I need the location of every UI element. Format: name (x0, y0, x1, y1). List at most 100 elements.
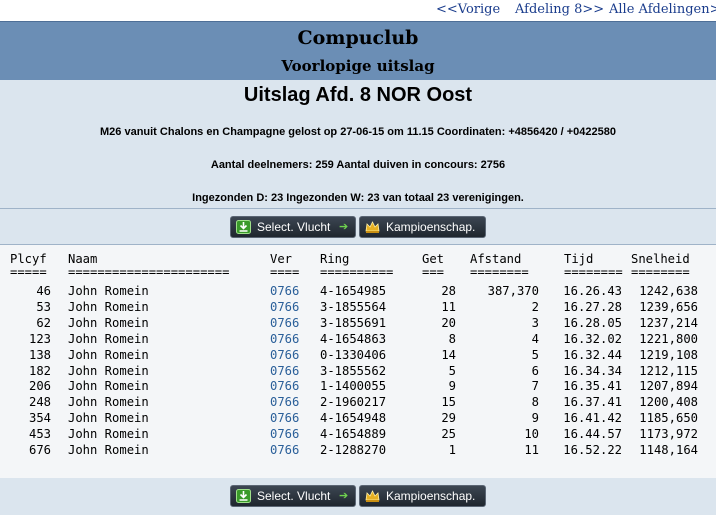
cell-ver[interactable]: 0766 (270, 394, 310, 410)
cell-name: John Romein (68, 379, 149, 394)
header-speed: ======== (631, 265, 690, 279)
cell-distance: 5 (531, 347, 539, 362)
cell-ring: 4-1654889 (320, 427, 387, 442)
cell-ver[interactable]: 0766 (270, 426, 310, 442)
select-flight-label: Select. Vlucht (257, 489, 331, 503)
cell-name: John Romein (68, 363, 149, 378)
cell-ver[interactable]: 0766 (270, 410, 310, 426)
race-release-line: M26 vanuit Chalons en Champagne gelost o… (100, 126, 616, 138)
cell-ver[interactable]: 0766 (270, 378, 310, 394)
download-icon (236, 489, 251, 503)
race-heading: Uitslag Afd. 8 NOR Oost (243, 84, 473, 106)
cell-ver[interactable]: 0766 (270, 363, 310, 379)
table-row: 138 John Romein 0766 0-1330406 14 5 16.32.44 12… (10, 347, 710, 363)
cell-ring: 3-1855691 (320, 315, 387, 330)
cell-time: 16.44.57 (563, 427, 622, 442)
department-link[interactable]: Afdeling 8>> (515, 2, 604, 17)
cell-speed: 1221,800 (639, 331, 698, 346)
race-info: Uitslag Afd. 8 NOR Oost M26 vanuit Chalo… (0, 80, 716, 209)
select-flight-button[interactable]: Select. Vlucht ➔ (230, 216, 356, 238)
championship-button[interactable]: Kampioenschap. (359, 216, 486, 238)
cell-place: 138 (28, 347, 51, 362)
cell-speed: 1242,638 (639, 284, 698, 298)
cell-get: 8 (448, 331, 456, 346)
header-name: ====================== (68, 265, 230, 279)
race-participants-line: Aantal deelnemers: 259 Aantal duiven in … (210, 159, 506, 171)
table-row: 123 John Romein 0766 4-1654863 8 4 16.32.02 122… (10, 331, 710, 347)
cell-time: 16.28.05 (563, 315, 622, 330)
cell-name: John Romein (68, 427, 149, 442)
cell-time: 16.34.34 (563, 363, 622, 378)
cell-get: 14 (441, 347, 456, 362)
cell-get: 1 (448, 443, 456, 457)
cell-ring: 0-1330406 (320, 347, 387, 362)
cell-name: John Romein (68, 315, 149, 330)
cell-get: 28 (441, 284, 456, 298)
club-header: Compuclub Voorlopige uitslag (0, 21, 716, 81)
cell-get: 9 (448, 379, 456, 394)
cell-ring: 4-1654863 (320, 331, 387, 346)
cell-time: 16.37.41 (563, 395, 622, 410)
cell-speed: 1212,115 (639, 363, 698, 378)
arrow-right-icon: ➔ (339, 221, 349, 233)
cell-speed: 1239,656 (639, 299, 698, 314)
prev-link[interactable]: <<Vorige (436, 2, 500, 17)
cell-name: John Romein (68, 411, 149, 426)
table-underline-row: ===== ====================== ==== =========… (10, 264, 710, 280)
table-row: 248 John Romein 0766 2-1960217 15 8 16.37.41 12… (10, 394, 710, 410)
championship-button-bottom[interactable]: Kampioenschap. (359, 485, 486, 507)
cell-name: John Romein (68, 395, 149, 410)
cell-name: John Romein (68, 331, 149, 346)
cell-ver[interactable]: 0766 (270, 331, 310, 347)
cell-ver[interactable]: 0766 (270, 299, 310, 315)
cell-speed: 1185,650 (639, 411, 698, 426)
cell-ring: 3-1855562 (320, 363, 387, 378)
cell-speed: 1173,972 (639, 427, 698, 442)
table-row: 676 John Romein 0766 2-1288270 1 11 16.52.22 11… (10, 442, 710, 458)
championship-label: Kampioenschap. (386, 220, 476, 234)
cell-distance: 10 (524, 427, 539, 442)
cell-distance: 3 (531, 315, 539, 330)
all-departments-link[interactable]: Alle Afdelingen>> (609, 2, 716, 17)
bottom-button-bar: Select. Vlucht ➔ Kampioenschap. (0, 478, 716, 515)
cell-place: 676 (28, 443, 51, 457)
cell-ver[interactable]: 0766 (270, 283, 310, 299)
cell-ring: 4-1654948 (320, 411, 387, 426)
select-flight-button-bottom[interactable]: Select. Vlucht ➔ (230, 485, 356, 507)
cell-time: 16.52.22 (563, 443, 622, 457)
cell-speed: 1148,164 (639, 443, 698, 457)
arrow-right-icon: ➔ (339, 490, 349, 502)
cell-ver[interactable]: 0766 (270, 347, 310, 363)
cell-ver[interactable]: 0766 (270, 315, 310, 331)
cell-name: John Romein (68, 347, 149, 362)
cell-distance: 2 (531, 299, 539, 314)
cell-get: 5 (448, 363, 456, 378)
cell-time: 16.26.43 (563, 284, 622, 298)
cell-distance: 6 (531, 363, 539, 378)
cell-ring: 2-1960217 (320, 395, 387, 410)
cell-place: 46 (36, 284, 51, 298)
cell-time: 16.35.41 (563, 379, 622, 394)
cell-distance: 387,370 (487, 284, 539, 298)
header-ver: ==== (270, 265, 300, 279)
cell-ring: 4-1654985 (320, 284, 387, 298)
table-row: 62 John Romein 0766 3-1855691 20 3 16.28.05 123… (10, 315, 710, 331)
cell-time: 16.32.02 (563, 331, 622, 346)
club-title: Compuclub (297, 27, 419, 49)
result-type: Voorlopige uitslag (281, 57, 435, 75)
results-table: Plcyf Naam Ver Ring Get Afstand Tijd Snelheid ==… (0, 244, 716, 483)
table-row: 354 John Romein 0766 4-1654948 29 9 16.41.42 11… (10, 410, 710, 426)
cell-speed: 1219,108 (639, 347, 698, 362)
cell-place: 182 (28, 363, 51, 378)
select-flight-label: Select. Vlucht (257, 220, 331, 234)
table-row: 46 John Romein 0766 4-1654985 28 387,370 16.26… (10, 283, 710, 299)
cell-ver[interactable]: 0766 (270, 442, 310, 458)
header-place: ===== (10, 265, 47, 279)
cell-get: 11 (441, 299, 456, 314)
cell-ring: 2-1288270 (320, 443, 387, 457)
cell-distance: 8 (531, 395, 539, 410)
cell-place: 62 (36, 315, 51, 330)
championship-label: Kampioenschap. (386, 489, 476, 503)
cell-name: John Romein (68, 443, 149, 457)
cell-distance: 7 (531, 379, 539, 394)
